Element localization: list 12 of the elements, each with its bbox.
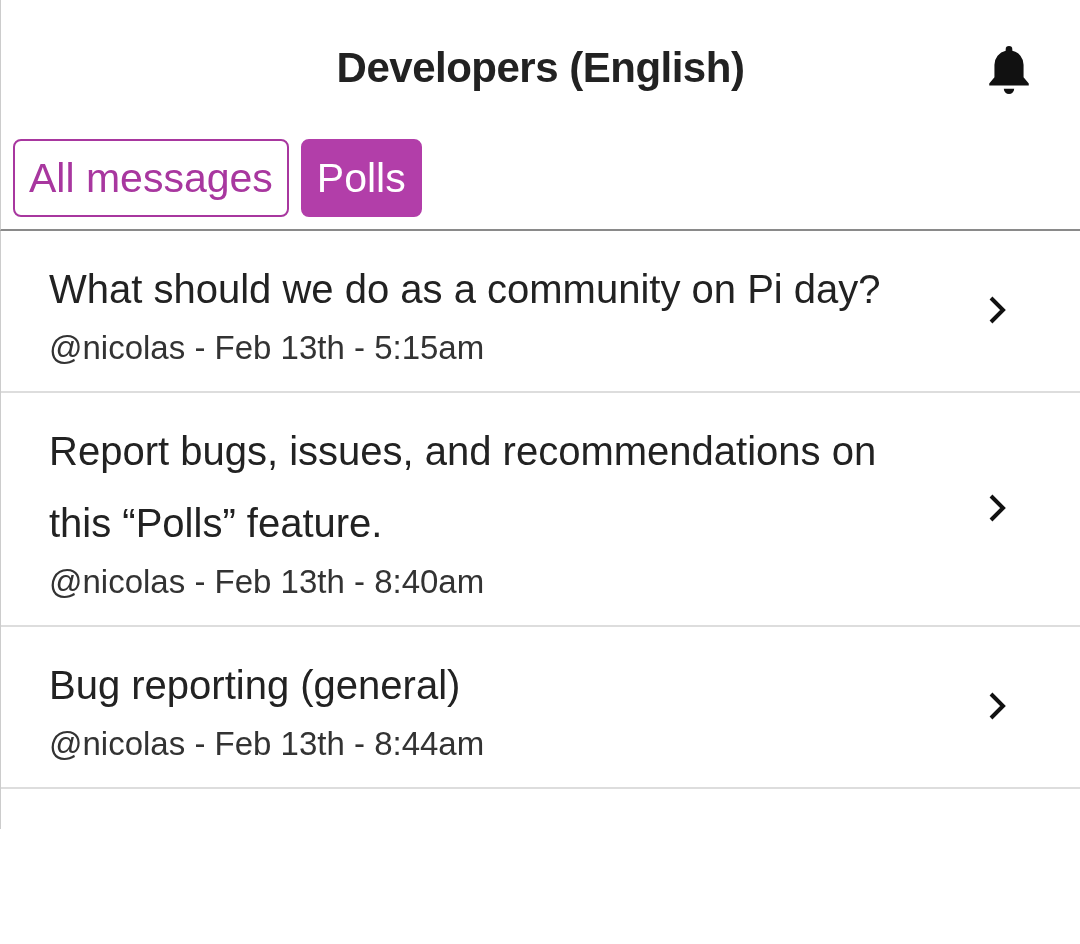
filter-tab[interactable]: Polls <box>300 139 422 217</box>
chevron-right-icon[interactable] <box>988 295 1006 325</box>
poll-meta: @nicolas - Feb 13th - 8:40am <box>49 563 486 601</box>
poll-meta: @nicolas - Feb 13th - 8:44am <box>49 725 486 763</box>
channel-title: Developers (English) <box>336 43 745 92</box>
chevron-right-icon[interactable] <box>988 493 1006 523</box>
poll-title[interactable]: What should we do as a community on Pi day? <box>49 253 939 325</box>
poll-meta: @nicolas - Feb 13th - 5:15am <box>49 329 486 367</box>
poll-title[interactable]: Report bugs, issues, and recommendations on this “Polls” feature. <box>49 415 939 559</box>
poll-title[interactable]: Bug reporting (general) <box>49 649 939 721</box>
filter-tab[interactable]: All messages <box>13 139 289 217</box>
chevron-right-icon[interactable] <box>988 691 1006 721</box>
